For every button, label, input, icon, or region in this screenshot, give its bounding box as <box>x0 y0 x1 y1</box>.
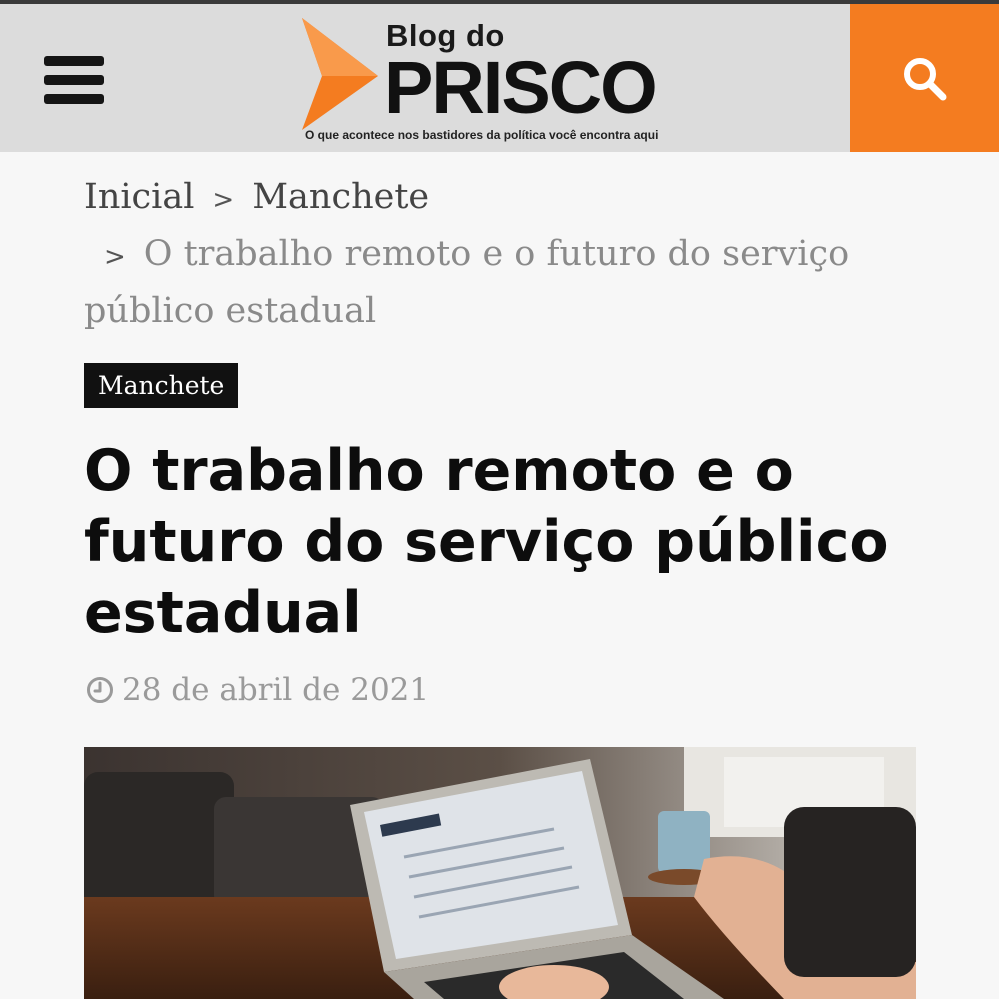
logo-arrow-icon <box>302 18 378 130</box>
breadcrumb-current: O trabalho remoto e o futuro do serviço … <box>84 234 850 331</box>
breadcrumb-separator: > <box>212 185 235 215</box>
search-button[interactable] <box>850 4 999 152</box>
site-logo[interactable]: Blog do PRISCO O que acontece nos bastid… <box>296 12 706 150</box>
category-badge[interactable]: Manchete <box>84 363 239 408</box>
site-header: Blog do PRISCO O que acontece nos bastid… <box>0 0 999 152</box>
hamburger-menu-icon[interactable] <box>44 56 106 108</box>
breadcrumb: Inicial > Manchete > O trabalho remoto e o … <box>84 170 914 338</box>
breadcrumb-home-link[interactable]: Inicial <box>84 177 194 217</box>
search-icon <box>904 58 947 101</box>
article-title: O trabalho remoto e o futuro do serviço … <box>84 438 889 646</box>
laptop-photo-illustration <box>84 747 916 999</box>
article-date-text: 28 de abril de 2021 <box>122 672 430 708</box>
article-date: 28 de abril de 2021 <box>86 670 429 710</box>
clock-icon <box>86 676 114 704</box>
breadcrumb-category-link[interactable]: Manchete <box>252 177 429 217</box>
breadcrumb-separator: > <box>104 242 126 272</box>
logo-tagline: O que acontece nos bastidores da polític… <box>305 128 659 142</box>
logo-name-text: PRISCO <box>384 46 658 129</box>
article-featured-image[interactable] <box>84 747 916 999</box>
